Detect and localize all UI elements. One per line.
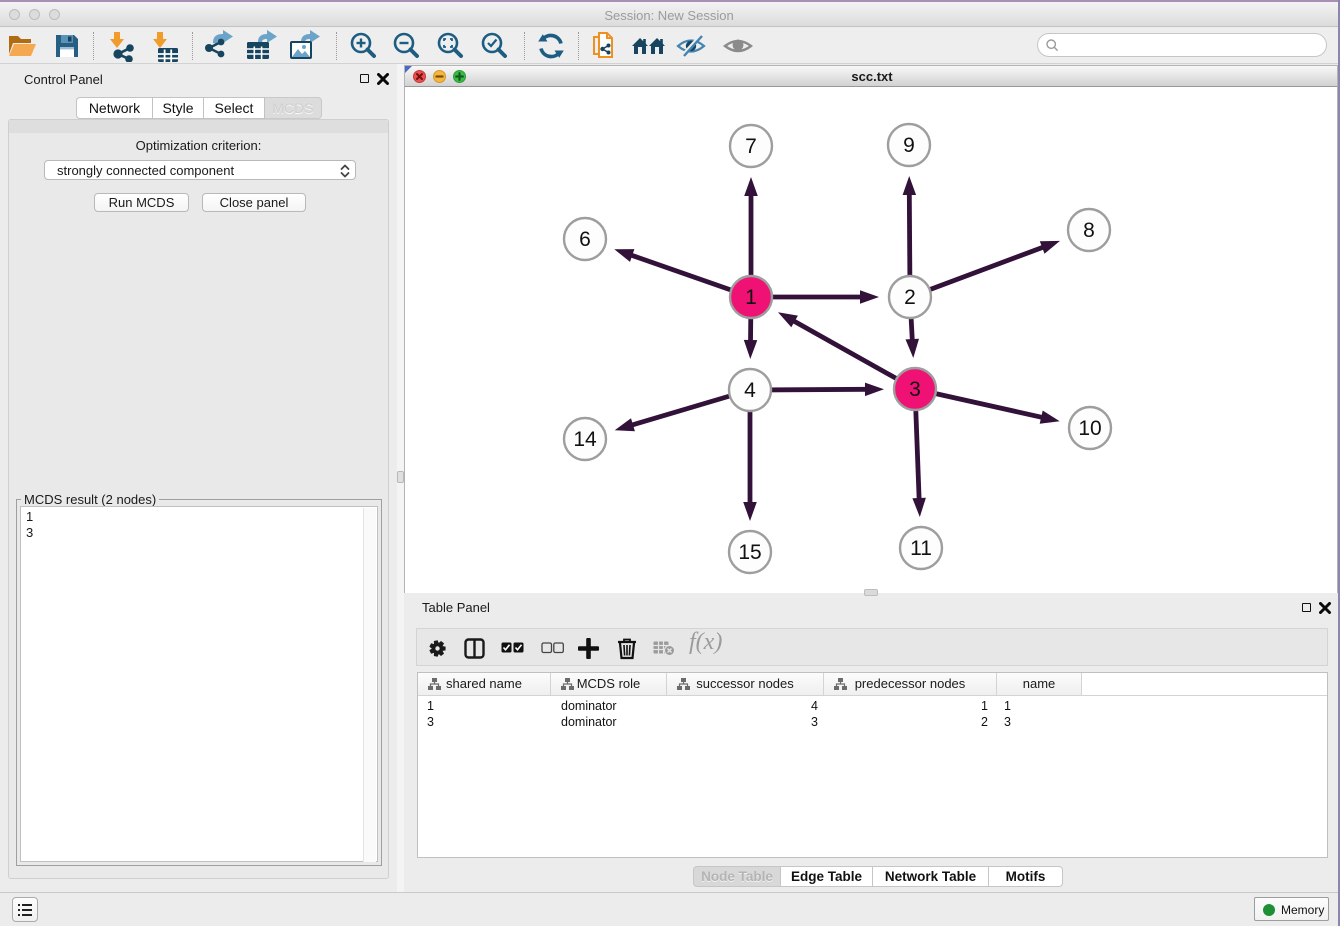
svg-text:4: 4	[744, 379, 756, 402]
svg-text:11: 11	[910, 537, 932, 560]
svg-text:7: 7	[745, 135, 757, 158]
svg-text:9: 9	[903, 134, 915, 157]
svg-text:14: 14	[573, 428, 597, 451]
svg-text:2: 2	[904, 286, 916, 309]
svg-text:3: 3	[909, 378, 921, 401]
svg-text:15: 15	[738, 541, 761, 564]
svg-text:10: 10	[1078, 417, 1101, 440]
svg-text:1: 1	[745, 286, 757, 309]
svg-text:6: 6	[579, 228, 591, 251]
svg-text:8: 8	[1083, 219, 1095, 242]
